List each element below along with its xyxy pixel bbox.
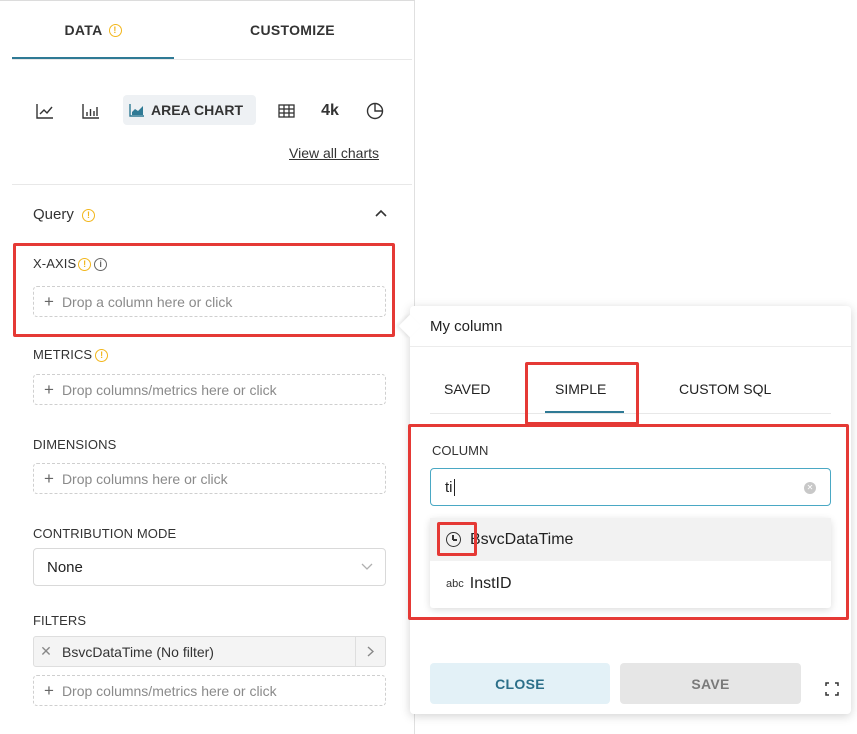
tab-data[interactable]: DATA ! — [12, 0, 174, 60]
table-icon[interactable] — [275, 97, 297, 125]
popover-title[interactable]: My column — [430, 318, 503, 335]
pie-chart-icon[interactable] — [364, 97, 386, 125]
highlight-box-clock-icon — [437, 522, 477, 556]
area-chart-option[interactable]: AREA CHART — [123, 95, 256, 125]
tab-custom-sql[interactable]: CUSTOM SQL — [679, 381, 771, 397]
warning-icon: ! — [82, 208, 96, 222]
metrics-label-row: METRICS! — [33, 347, 109, 363]
dimensions-dropzone[interactable]: + Drop columns here or click — [33, 463, 386, 494]
metrics-dropzone[interactable]: + Drop columns/metrics here or click — [33, 374, 386, 405]
view-all-charts-link[interactable]: View all charts — [289, 145, 379, 161]
section-divider — [12, 184, 412, 185]
contribution-mode-label: CONTRIBUTION MODE — [33, 526, 177, 541]
contribution-mode-select[interactable]: None — [33, 548, 386, 586]
filters-placeholder: Drop columns/metrics here or click — [61, 682, 277, 699]
dimensions-label: DIMENSIONS — [33, 437, 117, 452]
expand-icon[interactable] — [825, 682, 839, 696]
remove-filter-icon[interactable]: ✕ — [34, 643, 58, 660]
big-number-label: 4k — [321, 102, 339, 119]
dimensions-placeholder: Drop columns here or click — [61, 470, 228, 487]
filter-chip[interactable]: ✕ BsvcDataTime (No filter) — [33, 636, 386, 667]
filters-label: FILTERS — [33, 613, 87, 628]
warning-icon: ! — [108, 23, 122, 37]
close-button[interactable]: CLOSE — [430, 663, 610, 704]
metrics-placeholder: Drop columns/metrics here or click — [61, 381, 277, 398]
chevron-down-icon — [361, 558, 373, 574]
highlight-box-x-axis — [13, 243, 395, 337]
tab-data-label: DATA — [64, 22, 103, 38]
metrics-label: METRICS — [33, 347, 93, 362]
bar-chart-icon[interactable] — [80, 97, 102, 125]
line-chart-icon[interactable] — [34, 97, 56, 125]
contribution-mode-value: None — [47, 558, 83, 576]
query-title: Query — [33, 206, 74, 223]
chevron-right-icon[interactable] — [355, 637, 385, 666]
highlight-box-simple-tab — [525, 362, 639, 425]
filter-chip-label: BsvcDataTime (No filter) — [62, 643, 214, 660]
area-chart-label: AREA CHART — [151, 102, 244, 118]
filters-dropzone[interactable]: + Drop columns/metrics here or click — [33, 675, 386, 706]
save-button[interactable]: SAVE — [620, 663, 801, 704]
popover-title-divider — [410, 346, 851, 347]
warning-icon: ! — [95, 349, 109, 363]
tab-saved[interactable]: SAVED — [444, 381, 490, 397]
tab-divider — [12, 59, 412, 60]
tab-customize-label: CUSTOMIZE — [250, 22, 335, 38]
tab-customize[interactable]: CUSTOMIZE — [175, 0, 410, 60]
big-number-icon[interactable]: 4k — [315, 97, 345, 125]
chevron-up-icon[interactable] — [375, 204, 387, 221]
plus-icon: + — [44, 380, 54, 399]
query-section-header[interactable]: Query ! — [33, 206, 96, 223]
plus-icon: + — [44, 681, 54, 700]
plus-icon: + — [44, 469, 54, 488]
area-chart-icon — [129, 103, 145, 117]
